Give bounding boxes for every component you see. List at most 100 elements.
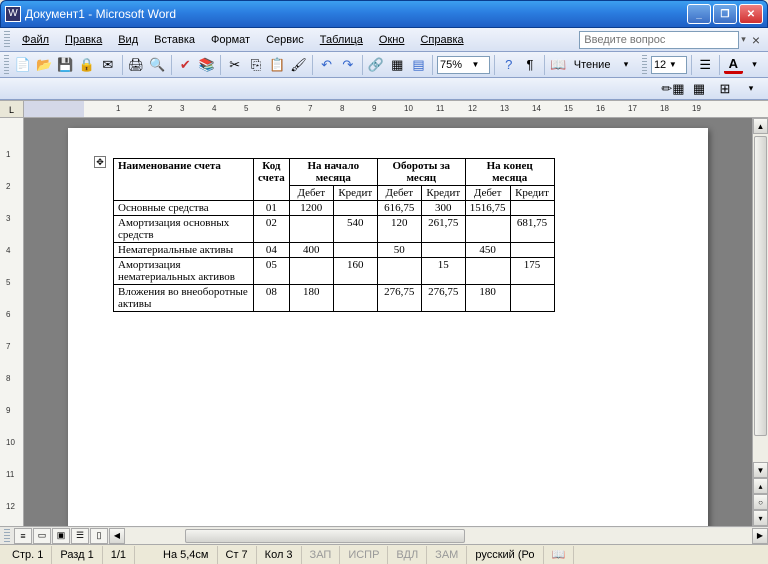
cell-name[interactable]: Основные средства (114, 201, 254, 216)
status-spellcheck-icon[interactable]: 📖 (544, 546, 575, 564)
cell-tc[interactable] (421, 243, 465, 258)
vscroll-thumb[interactable] (754, 136, 767, 436)
cell-sc[interactable] (333, 201, 377, 216)
select-browse-object-button[interactable]: ○ (753, 494, 768, 510)
menu-window[interactable]: Окно (371, 31, 413, 49)
cell-sc[interactable] (333, 285, 377, 312)
status-trk[interactable]: ИСПР (340, 546, 388, 564)
save-button[interactable]: 💾 (56, 54, 75, 76)
browse-prev-button[interactable]: ▴ (753, 478, 768, 494)
cell-tc[interactable]: 15 (421, 258, 465, 285)
cell-td[interactable]: 616,75 (377, 201, 421, 216)
status-rec[interactable]: ЗАП (302, 546, 341, 564)
cell-td[interactable]: 120 (377, 216, 421, 243)
table-row[interactable]: Амортизация основных средств02540120261,… (114, 216, 555, 243)
print-button[interactable]: 🖨 (126, 54, 145, 76)
browse-next-button[interactable]: ▾ (753, 510, 768, 526)
cell-ed[interactable]: 180 (465, 285, 510, 312)
spelling-button[interactable]: ✔ (176, 54, 195, 76)
cell-sd[interactable]: 1200 (289, 201, 333, 216)
table-row[interactable]: Вложения во внеоборотные активы08180276,… (114, 285, 555, 312)
copy-button[interactable]: ⎘ (246, 54, 265, 76)
tables-options-button[interactable]: ▾ (740, 78, 762, 100)
table-row[interactable]: Основные средства011200616,753001516,75 (114, 201, 555, 216)
cell-sd[interactable] (289, 258, 333, 285)
format-toolbar-grip[interactable] (642, 55, 647, 75)
toolbar-grip[interactable] (4, 55, 9, 75)
menubar-close-icon[interactable]: × (748, 32, 764, 48)
table-row[interactable]: Нематериальные активы0440050450 (114, 243, 555, 258)
hyperlink-button[interactable]: 🔗 (366, 54, 385, 76)
reading-view-button[interactable]: ▯ (90, 528, 108, 544)
cell-tc[interactable]: 261,75 (421, 216, 465, 243)
cell-ec[interactable]: 681,75 (510, 216, 554, 243)
reading-layout-icon[interactable]: 📖 (548, 54, 567, 76)
horizontal-ruler[interactable]: L 12345678910111213141516171819 (0, 100, 768, 118)
cut-button[interactable]: ✂ (225, 54, 244, 76)
cell-tc[interactable]: 276,75 (421, 285, 465, 312)
cell-ec[interactable] (510, 201, 554, 216)
bullets-button[interactable]: ☰ (696, 54, 715, 76)
cell-code[interactable]: 01 (254, 201, 290, 216)
zoom-combo[interactable]: 75%▼ (437, 56, 490, 74)
draw-table-button[interactable]: ✏▦ (662, 78, 684, 100)
cell-ec[interactable] (510, 285, 554, 312)
print-layout-button[interactable]: ▣ (52, 528, 70, 544)
cell-td[interactable]: 50 (377, 243, 421, 258)
permissions-button[interactable]: 🔒 (77, 54, 96, 76)
paste-button[interactable]: 📋 (268, 54, 287, 76)
menu-format[interactable]: Формат (203, 31, 258, 49)
cell-name[interactable]: Амортизация нематериальных активов (114, 258, 254, 285)
scroll-up-button[interactable]: ▲ (753, 118, 768, 134)
table-row[interactable]: Амортизация нематериальных активов051601… (114, 258, 555, 285)
menubar-grip[interactable] (4, 31, 10, 49)
cell-code[interactable]: 05 (254, 258, 290, 285)
cell-ed[interactable] (465, 258, 510, 285)
vertical-scrollbar[interactable]: ▲ ▼ ▴ ○ ▾ (752, 118, 768, 526)
document-viewport[interactable]: ✥ Наименование счетаКод счетаНа начало м… (24, 118, 752, 526)
redo-button[interactable]: ↷ (338, 54, 357, 76)
new-doc-button[interactable]: 📄 (13, 54, 32, 76)
cell-ed[interactable] (465, 216, 510, 243)
research-button[interactable]: 📚 (197, 54, 216, 76)
web-view-button[interactable]: ▭ (33, 528, 51, 544)
accounts-table[interactable]: Наименование счетаКод счетаНа начало мес… (113, 158, 555, 312)
ask-question-input[interactable] (579, 31, 739, 49)
cell-name[interactable]: Нематериальные активы (114, 243, 254, 258)
menu-file[interactable]: Файл (14, 31, 57, 49)
menu-tools[interactable]: Сервис (258, 31, 312, 49)
table-move-handle-icon[interactable]: ✥ (94, 156, 106, 168)
vscroll-track[interactable] (753, 134, 768, 462)
hscroll-track[interactable] (125, 528, 752, 544)
cell-td[interactable]: 276,75 (377, 285, 421, 312)
reading-label[interactable]: Чтение (570, 59, 615, 71)
ruler-corner[interactable]: L (0, 101, 24, 117)
format-toolbar-options[interactable]: ▾ (745, 54, 764, 76)
status-language[interactable]: русский (Ро (467, 546, 543, 564)
cell-code[interactable]: 02 (254, 216, 290, 243)
mail-button[interactable]: ✉ (98, 54, 117, 76)
cell-tc[interactable]: 300 (421, 201, 465, 216)
viewbar-grip[interactable] (4, 529, 10, 543)
cell-sd[interactable]: 180 (289, 285, 333, 312)
menu-edit[interactable]: Правка (57, 31, 110, 49)
cell-sd[interactable]: 400 (289, 243, 333, 258)
cell-sd[interactable] (289, 216, 333, 243)
cell-code[interactable]: 04 (254, 243, 290, 258)
minimize-button[interactable]: _ (687, 4, 711, 24)
scroll-down-button[interactable]: ▼ (753, 462, 768, 478)
font-color-button[interactable]: A (724, 55, 743, 74)
font-size-combo[interactable]: 12▼ (651, 56, 687, 74)
maximize-button[interactable]: ❐ (713, 4, 737, 24)
undo-button[interactable]: ↶ (317, 54, 336, 76)
normal-view-button[interactable]: ≡ (14, 528, 32, 544)
cell-td[interactable] (377, 258, 421, 285)
show-paragraph-button[interactable]: ¶ (520, 54, 539, 76)
cell-ec[interactable] (510, 243, 554, 258)
cell-sc[interactable] (333, 243, 377, 258)
document-page[interactable]: ✥ Наименование счетаКод счетаНа начало м… (68, 128, 708, 526)
insert-table-button-2[interactable]: ▦ (688, 78, 710, 100)
hscroll-left-button[interactable]: ◀ (109, 528, 125, 544)
cell-name[interactable]: Вложения во внеоборотные активы (114, 285, 254, 312)
cell-code[interactable]: 08 (254, 285, 290, 312)
